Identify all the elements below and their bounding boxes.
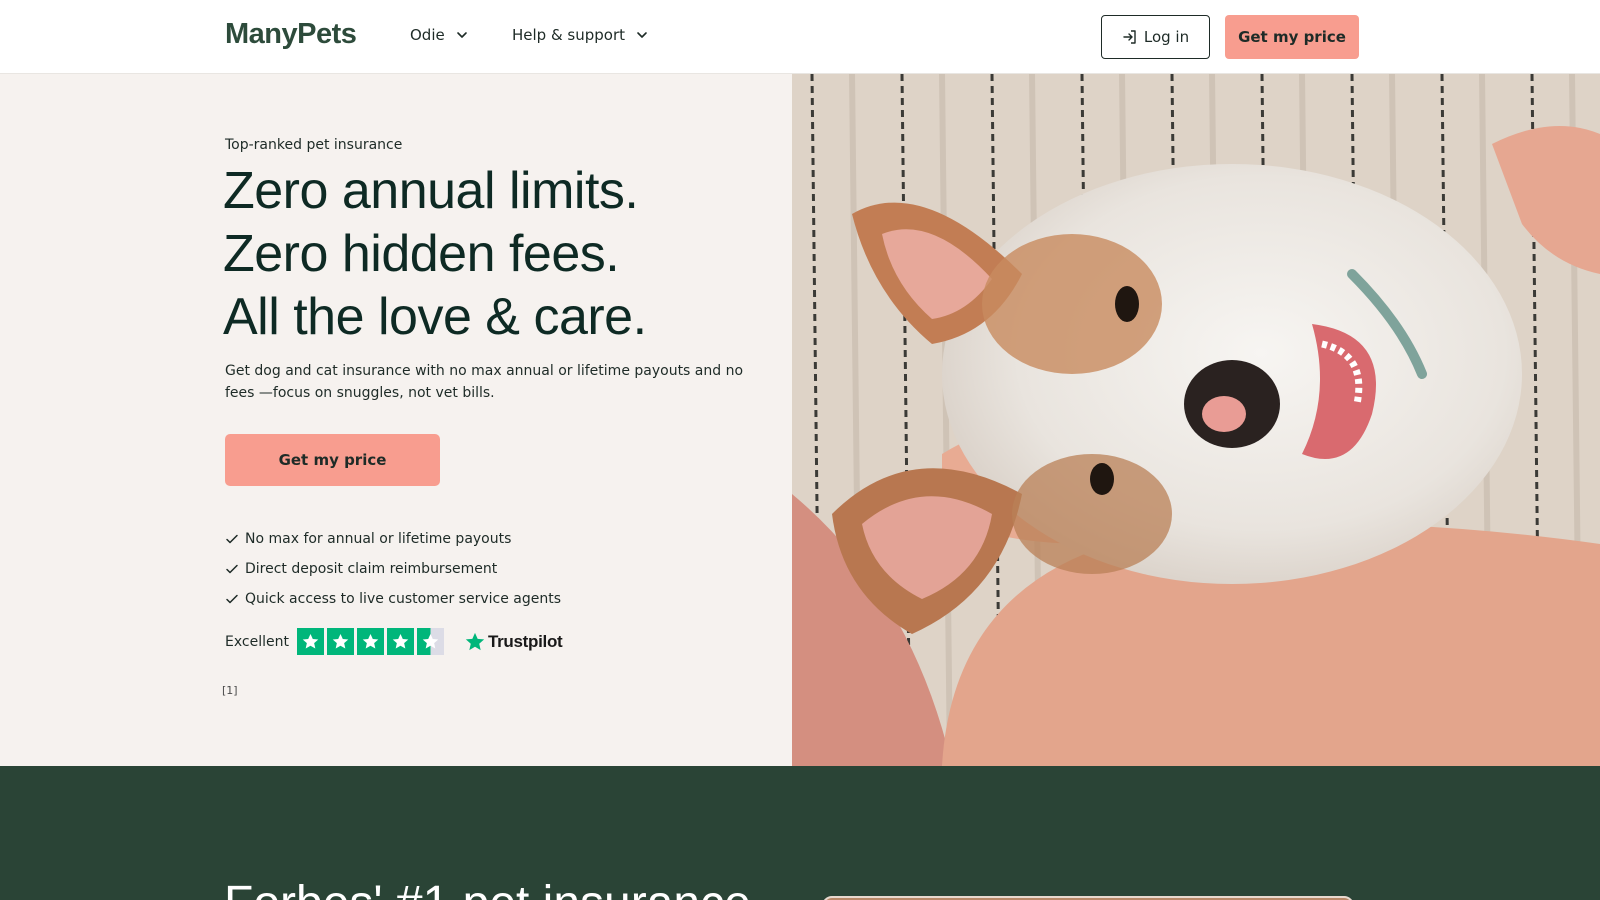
trustpilot-logo: Trustpilot xyxy=(464,631,563,653)
benefit-text: No max for annual or lifetime payouts xyxy=(245,531,512,547)
nav-odie-dropdown[interactable]: Odie xyxy=(410,26,469,44)
benefit-text: Direct deposit claim reimbursement xyxy=(245,561,498,577)
login-button[interactable]: Log in xyxy=(1101,15,1210,59)
manypets-logo[interactable]: ManyPets xyxy=(225,18,357,51)
half-star-icon xyxy=(416,628,444,655)
trustpilot-brand: Trustpilot xyxy=(487,631,563,651)
site-header: ManyPets Odie Help & support Log in Get … xyxy=(0,0,1600,74)
hero-eyebrow: Top-ranked pet insurance xyxy=(225,137,403,153)
star-icon xyxy=(296,628,324,655)
benefits-list: No max for annual or lifetime payouts Di… xyxy=(225,524,561,614)
chevron-down-icon xyxy=(456,32,467,38)
rating-label: Excellent xyxy=(225,633,289,650)
rating-stars xyxy=(296,628,444,655)
hero-image xyxy=(792,74,1600,766)
star-icon xyxy=(326,628,354,655)
nav-help-support-label: Help & support xyxy=(512,26,626,44)
get-my-price-header-button[interactable]: Get my price xyxy=(1225,15,1359,59)
nav-odie-label: Odie xyxy=(410,26,445,44)
get-my-price-hero-button[interactable]: Get my price xyxy=(225,434,440,486)
check-icon xyxy=(226,564,238,574)
headline-line-1: Zero annual limits. xyxy=(223,162,639,220)
star-icon xyxy=(386,628,414,655)
forbes-card xyxy=(822,896,1354,900)
footnote-link[interactable]: [1] xyxy=(222,684,238,697)
benefit-item: Quick access to live customer service ag… xyxy=(225,584,561,614)
forbes-section: Forbes' #1 pet insurance xyxy=(0,766,1600,900)
dog-photo-illustration xyxy=(792,74,1600,766)
benefit-item: Direct deposit claim reimbursement xyxy=(225,554,561,584)
hero-headline: Zero annual limits. Zero hidden fees. Al… xyxy=(223,160,647,349)
forbes-heading: Forbes' #1 pet insurance xyxy=(224,876,751,900)
star-icon xyxy=(356,628,384,655)
benefit-item: No max for annual or lifetime payouts xyxy=(225,524,561,554)
trustpilot-widget[interactable]: Excellent Trustpilot xyxy=(225,628,563,655)
check-icon xyxy=(226,594,238,604)
login-arrow-icon xyxy=(1123,30,1136,44)
nav-help-support-dropdown[interactable]: Help & support xyxy=(512,26,649,44)
hero-subtext: Get dog and cat insurance with no max an… xyxy=(225,363,744,401)
headline-line-2: Zero hidden fees. xyxy=(223,225,620,283)
check-icon xyxy=(226,534,238,544)
headline-line-3: All the love & care. xyxy=(223,288,647,346)
benefit-text: Quick access to live customer service ag… xyxy=(245,591,562,607)
login-label: Log in xyxy=(1143,28,1190,46)
chevron-down-icon xyxy=(637,32,647,38)
trustpilot-star-icon xyxy=(465,632,485,650)
